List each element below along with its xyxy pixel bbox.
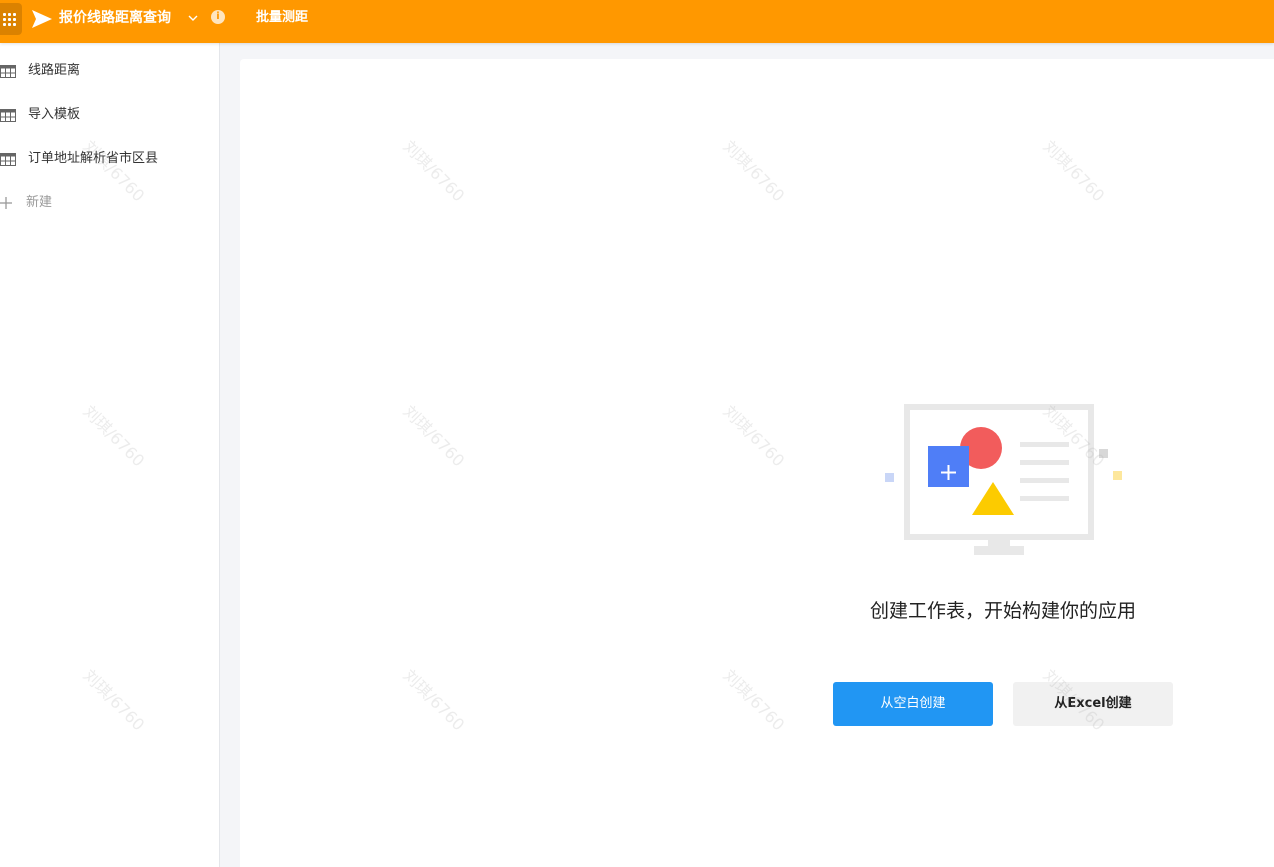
chevron-down-icon[interactable] [187, 12, 199, 24]
sidebar-new-label: 新建 [26, 195, 53, 210]
paper-plane-icon [32, 10, 52, 28]
sidebar-item-label: 导入模板 [28, 107, 81, 122]
sidebar-item-import-template[interactable]: 导入模板 [0, 100, 218, 130]
table-icon [0, 153, 16, 166]
sidebar: 线路距离 导入模板 订单地址解析省市区县 新建 [0, 43, 220, 867]
top-bar: 报价线路距离查询 i 批量测距 [0, 0, 1274, 43]
create-from-excel-button[interactable]: 从Excel创建 [1013, 682, 1173, 726]
table-icon [0, 65, 16, 78]
create-blank-button[interactable]: 从空白创建 [833, 682, 993, 726]
grid-icon [2, 12, 16, 26]
empty-state-illustration [885, 404, 1122, 555]
sidebar-item-label: 订单地址解析省市区县 [28, 151, 159, 166]
empty-state-message: 创建工作表，开始构建你的应用 [869, 600, 1136, 622]
info-icon[interactable]: i [211, 10, 225, 24]
table-icon [0, 109, 16, 122]
sidebar-item-label: 线路距离 [28, 63, 81, 78]
sidebar-new-button[interactable]: 新建 [0, 188, 218, 218]
plus-icon [0, 197, 12, 209]
tab-batch-distance[interactable]: 批量测距 [256, 8, 308, 28]
sidebar-item-order-address-parse[interactable]: 订单地址解析省市区县 [0, 144, 218, 174]
apps-grid-button[interactable] [0, 3, 22, 35]
sidebar-item-route-distance[interactable]: 线路距离 [0, 56, 218, 86]
app-title[interactable]: 报价线路距离查询 [59, 8, 171, 28]
